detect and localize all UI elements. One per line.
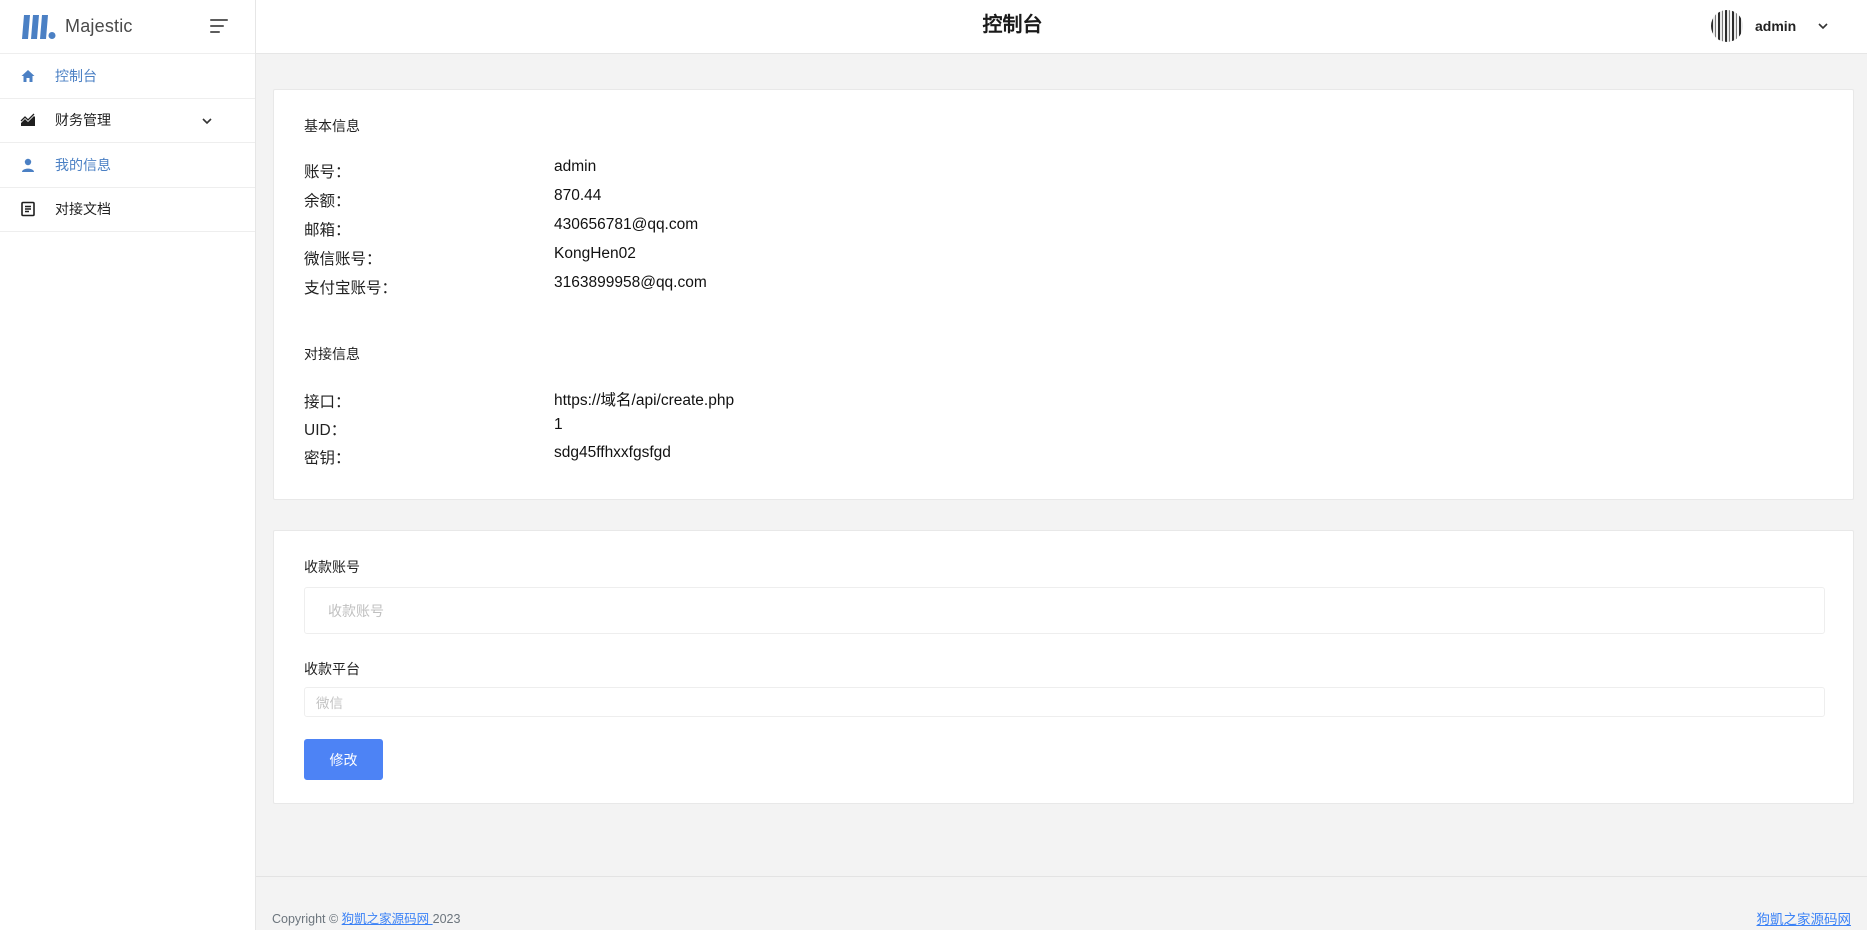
platform-select[interactable]: 微信 xyxy=(304,687,1825,717)
footer-right-link[interactable]: 狗凱之家源码网 xyxy=(1757,908,1852,928)
sidebar-item-label: 我的信息 xyxy=(55,156,111,173)
info-label: 余额： xyxy=(304,193,351,210)
info-value: sdg45ffhxxfgsfgd xyxy=(554,444,671,461)
info-value: admin xyxy=(554,158,597,175)
info-label: 邮箱： xyxy=(304,222,351,239)
sidebar-item-my-info[interactable]: 我的信息 xyxy=(0,143,255,188)
account-input[interactable] xyxy=(304,587,1825,634)
sidebar: Majestic 控制台 财务管理 我的信息 对接文档 xyxy=(0,0,256,930)
footer-site-link[interactable]: 狗凱之家源码网 xyxy=(342,912,433,926)
copyright-text: Copyright © 狗凱之家源码网 2023 xyxy=(272,908,460,927)
sidebar-item-label: 控制台 xyxy=(55,67,97,84)
sidebar-item-label: 财务管理 xyxy=(55,112,111,129)
info-row-uid: UID： 1 xyxy=(304,416,904,442)
majestic-logo[interactable] xyxy=(21,13,57,40)
info-value: 430656781@qq.com xyxy=(554,216,699,233)
top-navbar: 控制台 admin xyxy=(256,0,1867,54)
avatar[interactable] xyxy=(1711,10,1743,42)
sidebar-item-dashboard[interactable]: 控制台 xyxy=(0,54,255,99)
info-row-email: 邮箱： 430656781@qq.com xyxy=(304,216,904,242)
sidebar-item-finance[interactable]: 财务管理 xyxy=(0,99,255,143)
user-icon xyxy=(20,157,36,173)
copyright-prefix: Copyright © xyxy=(272,912,342,926)
info-row-api: 接口： https://域名/api/create.php xyxy=(304,390,904,414)
home-icon xyxy=(20,68,36,84)
brand-name: Majestic xyxy=(65,16,133,36)
sidebar-item-docs[interactable]: 对接文档 xyxy=(0,188,255,232)
platform-selected-value: 微信 xyxy=(316,696,343,711)
basic-info-title: 基本信息 xyxy=(304,118,360,134)
info-value: KongHen02 xyxy=(554,245,636,262)
info-row-secret: 密钥： sdg45ffhxxfgsfgd xyxy=(304,444,904,470)
info-value: 3163899958@qq.com xyxy=(554,274,707,291)
account-label: 收款账号 xyxy=(304,559,360,575)
sidebar-nav: 控制台 财务管理 我的信息 对接文档 xyxy=(0,54,255,232)
chart-area-icon xyxy=(20,112,36,128)
brand-bar: Majestic xyxy=(0,0,255,54)
info-value: https://域名/api/create.php xyxy=(554,392,735,409)
user-menu[interactable]: admin xyxy=(1711,10,1830,42)
menu-toggle-icon[interactable] xyxy=(210,15,234,37)
document-icon xyxy=(20,201,36,217)
footer: Copyright © 狗凱之家源码网 2023 狗凱之家源码网 xyxy=(256,876,1867,930)
chevron-down-icon[interactable] xyxy=(200,114,214,128)
payment-form-card: 收款账号 收款平台 微信 修改 xyxy=(273,530,1854,804)
info-row-account: 账号： admin xyxy=(304,158,904,184)
info-value: 1 xyxy=(554,416,563,433)
user-name: admin xyxy=(1755,18,1797,34)
info-value: 870.44 xyxy=(554,187,602,204)
submit-button[interactable]: 修改 xyxy=(304,739,383,780)
info-label: 微信账号： xyxy=(304,251,382,268)
chevron-down-icon[interactable] xyxy=(1816,19,1830,33)
info-row-alipay: 支付宝账号： 3163899958@qq.com xyxy=(304,274,904,300)
page-title: 控制台 xyxy=(982,14,1043,36)
info-label: 密钥： xyxy=(304,450,351,467)
info-row-balance: 余额： 870.44 xyxy=(304,187,904,213)
info-label: 账号： xyxy=(304,164,351,181)
info-card: 基本信息 账号： admin 余额： 870.44 邮箱： 430656781@… xyxy=(273,89,1854,500)
info-label: UID： xyxy=(304,422,347,439)
integration-info-title: 对接信息 xyxy=(304,346,360,362)
platform-label: 收款平台 xyxy=(304,661,360,677)
info-label: 支付宝账号： xyxy=(304,280,398,297)
sidebar-item-label: 对接文档 xyxy=(55,201,111,218)
copyright-year: 2023 xyxy=(432,912,461,926)
info-row-wechat: 微信账号： KongHen02 xyxy=(304,245,904,271)
info-label: 接口： xyxy=(304,394,351,411)
